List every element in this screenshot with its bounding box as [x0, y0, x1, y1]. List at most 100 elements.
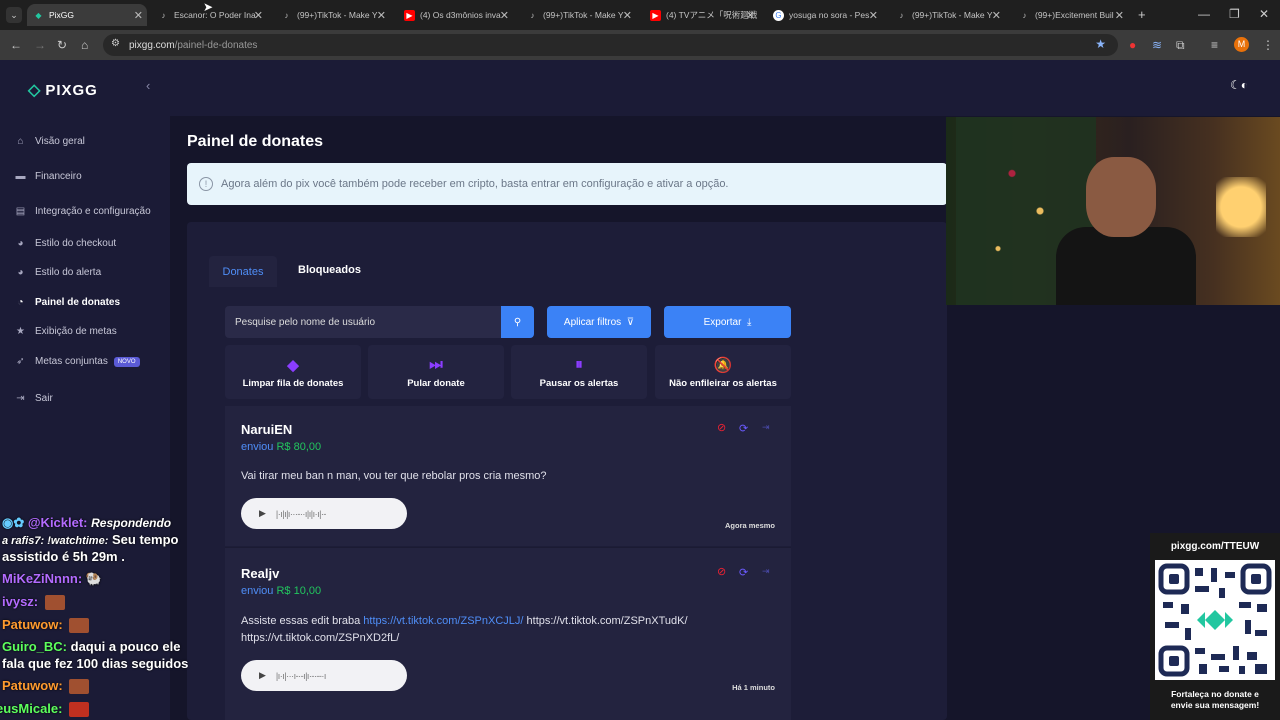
sidebar-item-integracao[interactable]: ▤ Integração e configuração — [14, 205, 151, 218]
tab-youtube-2[interactable]: ▶ (4) TVアニメ「呪術廻戦 ✕ — [644, 4, 759, 26]
sidebar-item-estilo-alerta[interactable]: ◕ Estilo do alerta — [14, 266, 101, 279]
sidebar-item-sair[interactable]: ⇥ Sair — [14, 392, 53, 405]
close-icon[interactable]: ✕ — [254, 9, 263, 22]
top-header — [170, 60, 1280, 116]
palette-icon: ◕ — [17, 238, 24, 249]
close-window-icon[interactable]: ✕ — [1259, 7, 1269, 21]
donation-amount: enviou R$ 80,00 — [241, 441, 322, 453]
close-icon[interactable]: ✕ — [992, 9, 1001, 22]
minimize-icon[interactable]: — — [1198, 7, 1210, 21]
pixgg-logo[interactable]: ◇ PIXGG — [28, 80, 98, 100]
close-icon[interactable]: ✕ — [869, 9, 878, 22]
pause-alerts-button[interactable]: ⏸ Pausar os alertas — [511, 345, 647, 399]
tab-google[interactable]: Gyosuga no sora - Pes ✕ — [767, 4, 882, 26]
star-icon: ★ — [16, 326, 25, 337]
clear-queue-button[interactable]: ◆ Limpar fila de donates — [225, 345, 361, 399]
play-icon[interactable]: ▶ — [259, 670, 266, 681]
emote-icon: 🐏 — [85, 571, 102, 586]
sidebar-item-estilo-checkout[interactable]: ◕ Estilo do checkout — [14, 237, 116, 250]
tab-tiktok-2[interactable]: ♪ (99+)TikTok - Make Y ✕ — [521, 4, 636, 26]
close-icon[interactable]: ✕ — [1115, 9, 1124, 22]
tab-tiktok-3[interactable]: ♪ (99+)TikTok - Make Y ✕ — [890, 4, 1005, 26]
bell-off-icon: 🔕 — [713, 356, 733, 374]
sidebar-item-exibicao-metas[interactable]: ★ Exibição de metas — [14, 325, 117, 338]
qr-url: pixgg.com/TTEUW — [1170, 541, 1260, 552]
sidebar-item-metas-conjuntas[interactable]: ➶ Metas conjuntas NOVO — [14, 355, 140, 368]
tab-tiktok-1[interactable]: ♪ (99+)TikTok - Make Y ✕ — [275, 4, 390, 26]
close-icon[interactable]: ✕ — [746, 9, 755, 22]
skip-donate-button[interactable]: ⏭ Pular donate — [368, 345, 504, 399]
close-icon[interactable]: ✕ — [623, 9, 632, 22]
close-icon[interactable]: ✕ — [500, 9, 509, 22]
tab-search-icon[interactable]: ⌄ — [6, 7, 22, 23]
extension-red-icon[interactable]: ● — [1129, 38, 1136, 52]
site-info-icon[interactable]: ⚙ — [111, 38, 120, 49]
info-alert: ! Agora além do pix você também pode rece… — [187, 163, 947, 205]
lamp — [1216, 177, 1266, 237]
search-input[interactable]: Pesquise pelo nome de usuário — [225, 306, 501, 338]
donation-message: Vai tirar meu ban n man, vou ter que reb… — [241, 470, 547, 482]
home-icon: ⌂ — [17, 136, 24, 147]
replay-icon[interactable]: ⟳ — [739, 566, 748, 579]
emote-icon — [69, 679, 90, 695]
browser-tabstrip: ⌄ ◆ PixGG ✕ ♪ Escanor: O Poder Ina ✕ ♪ (99+)T… — [0, 0, 1280, 30]
new-tab-icon[interactable]: + — [1138, 7, 1146, 22]
extension-wave-icon[interactable]: ≋ — [1152, 38, 1162, 52]
forward-icon[interactable]: → — [34, 38, 46, 52]
bookmark-star-icon[interactable]: ★ — [1095, 37, 1106, 51]
collapse-sidebar-icon[interactable]: ‹ — [146, 78, 150, 93]
audio-player[interactable]: ▶ |ı·ı|···ı-·-ı|ı·-·--·ı — [241, 660, 407, 691]
no-queue-alerts-button[interactable]: 🔕 Não enfileirar os alertas — [655, 345, 791, 399]
theme-toggle-icon[interactable]: ☾◐ — [1230, 78, 1248, 92]
tiktok-icon: ♪ — [1022, 10, 1027, 20]
skip-small-icon[interactable]: ⇥ — [762, 566, 770, 577]
tab-donates[interactable]: Donates — [209, 256, 277, 287]
menu-kebab-icon[interactable]: ⋮ — [1262, 38, 1274, 52]
audio-player[interactable]: ▶ |·ı|ı|ı···-··ı|ı|ı·ı|·- — [241, 498, 407, 529]
tiktok-icon: ♪ — [530, 10, 535, 20]
tab-tiktok-4[interactable]: ♪ (99+)Excitement Buil ✕ — [1013, 4, 1128, 26]
home-icon[interactable]: ⌂ — [81, 38, 88, 52]
block-icon[interactable]: ⊘ — [717, 565, 726, 578]
apply-filters-button[interactable]: Aplicar filtros ⊽ — [547, 306, 651, 338]
tab-bloqueados[interactable]: Bloqueados — [298, 264, 361, 276]
replay-icon[interactable]: ⟳ — [739, 422, 748, 435]
extensions-puzzle-icon[interactable]: ⧉ — [1176, 38, 1185, 53]
tab-pixgg[interactable]: ◆ PixGG ✕ — [27, 4, 147, 26]
tab-youtube-1[interactable]: ▶ (4) Os d3mônios inva ✕ — [398, 4, 513, 26]
back-icon[interactable]: ← — [10, 38, 22, 52]
sidebar-item-financeiro[interactable]: ▬ Financeiro — [14, 170, 82, 183]
profile-avatar[interactable]: M — [1234, 37, 1249, 52]
chat-line: MiKeZiNnnn: 🐏 — [2, 571, 102, 586]
pie-chart-icon: ◔ — [17, 297, 24, 308]
restore-icon[interactable]: ❐ — [1229, 7, 1240, 21]
eraser-icon: ◆ — [287, 356, 299, 374]
sidebar-item-painel-donates[interactable]: ◔ Painel de donates — [14, 296, 120, 309]
qr-caption: Fortaleça no donate e envie sua mensagem! — [1170, 689, 1260, 710]
close-icon[interactable]: ✕ — [377, 9, 386, 22]
webcam-overlay — [946, 117, 1280, 305]
waveform: |·ı|ı|ı···-··ı|ı|ı·ı|·- — [275, 508, 327, 519]
message-link[interactable]: https://vt.tiktok.com/ZSPnXCJLJ/ — [363, 615, 523, 627]
sidebar-item-visao-geral[interactable]: ⌂ Visão geral — [14, 135, 84, 148]
play-icon[interactable]: ▶ — [259, 508, 266, 519]
export-button[interactable]: Exportar ⤓ — [664, 306, 791, 338]
tiktok-icon: ♪ — [161, 10, 166, 20]
skip-small-icon[interactable]: ⇥ — [762, 422, 770, 433]
pixgg-logo-icon: ◇ — [28, 82, 42, 99]
emote-icon — [44, 595, 65, 611]
chat-line: ◉✿ @Kicklet: Respondendo — [2, 515, 172, 530]
chat-line: eusMicale: — [0, 700, 90, 718]
close-icon[interactable]: ✕ — [134, 9, 143, 22]
block-icon[interactable]: ⊘ — [717, 421, 726, 434]
media-control-icon[interactable]: ≡ — [1211, 38, 1218, 52]
url-input[interactable]: ⚙ pixgg.com/painel-de-donates ★ — [103, 34, 1118, 56]
search-icon: ⚲ — [513, 316, 522, 328]
donation-card: NaruiEN enviou R$ 80,00 ⊘ ⟳ ⇥ Vai tirar … — [225, 406, 791, 546]
logout-icon: ⇥ — [16, 393, 25, 404]
info-icon: ! — [199, 177, 213, 191]
donation-amount: enviou R$ 10,00 — [241, 585, 322, 597]
reload-icon[interactable]: ↻ — [57, 38, 67, 52]
search-button[interactable]: ⚲ — [501, 306, 534, 338]
rocket-icon: ➶ — [16, 356, 25, 367]
